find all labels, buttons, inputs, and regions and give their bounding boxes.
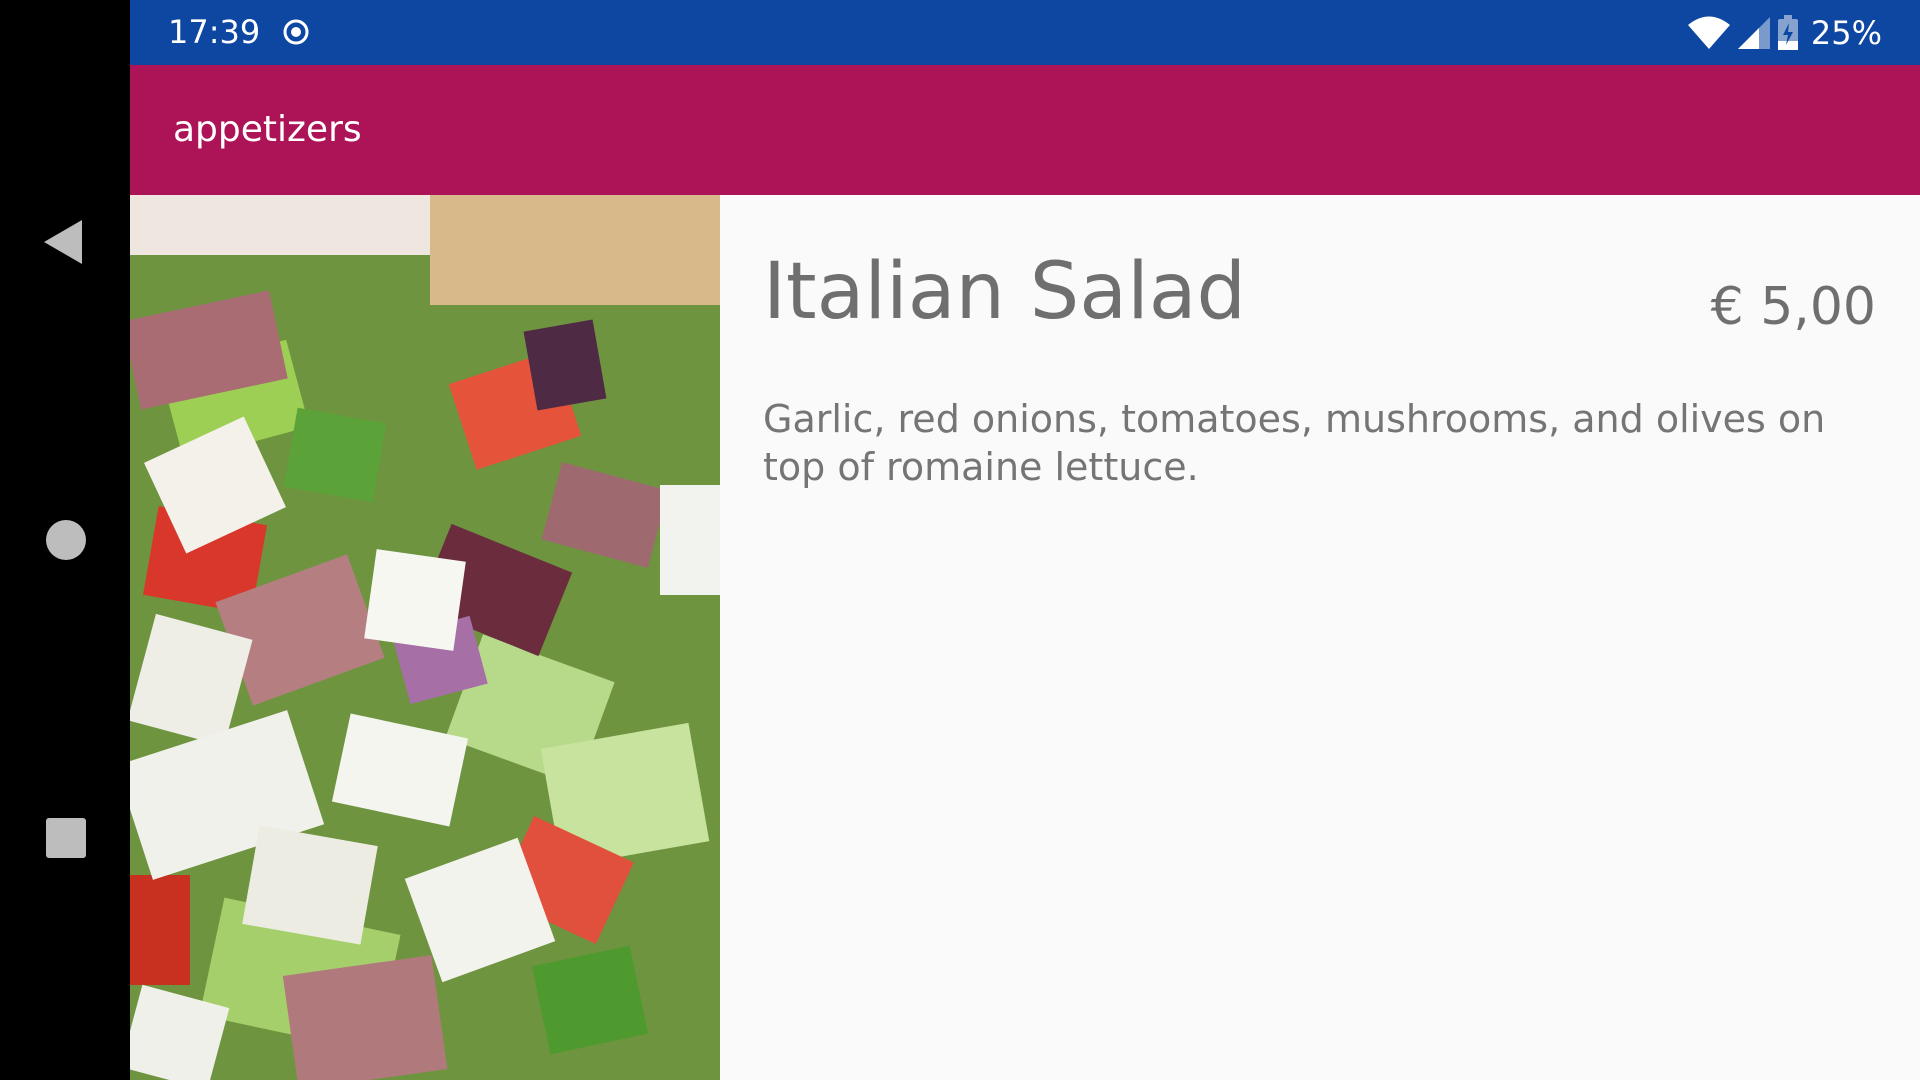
item-detail: Italian Salad € 5,00 Garlic, red onions,…	[130, 195, 1920, 1080]
status-bar: 17:39 25%	[130, 0, 1920, 65]
app-bar: appetizers	[130, 65, 1920, 195]
item-price: € 5,00	[1710, 277, 1876, 337]
battery-percent: 25%	[1810, 13, 1882, 52]
signal-icon	[1737, 16, 1771, 50]
recents-icon	[46, 818, 86, 858]
recents-button[interactable]	[0, 788, 130, 888]
battery-icon	[1777, 14, 1799, 51]
back-icon	[44, 220, 82, 264]
status-icons: 25%	[1687, 0, 1882, 65]
home-button[interactable]	[0, 490, 130, 590]
item-description: Garlic, red onions, tomatoes, mushrooms,…	[763, 397, 1826, 489]
navigation-bar	[0, 0, 130, 1080]
app-bar-title: appetizers	[173, 109, 362, 150]
status-time: 17:39	[168, 13, 261, 51]
item-name: Italian Salad	[763, 247, 1247, 337]
item-details: Italian Salad € 5,00 Garlic, red onions,…	[763, 195, 1920, 1080]
item-photo	[130, 195, 720, 1080]
wifi-icon	[1687, 16, 1731, 50]
back-button[interactable]	[0, 192, 130, 292]
record-icon	[282, 18, 310, 46]
home-icon	[46, 520, 86, 560]
